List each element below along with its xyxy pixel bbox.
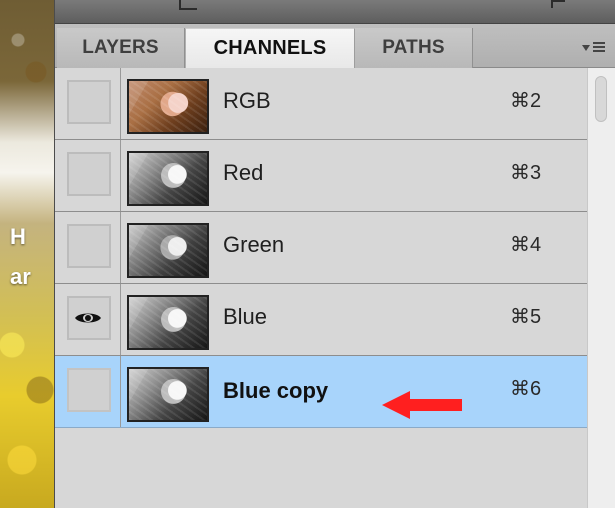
- channel-thumbnail-blue: [127, 295, 209, 350]
- row-divider: [120, 284, 121, 355]
- channel-shortcut-rgb: ⌘2: [510, 90, 542, 112]
- tab-paths[interactable]: PATHS: [355, 28, 473, 68]
- thumbnail-texture: [129, 153, 207, 204]
- channel-row-blue[interactable]: Blue ⌘5: [55, 284, 615, 356]
- visibility-toggle-blue[interactable]: [67, 296, 111, 340]
- channel-name-red: Red: [223, 160, 264, 185]
- channel-thumbnail-green: [127, 223, 209, 278]
- thumbnail-texture: [129, 369, 207, 420]
- panel-empty-area: [55, 440, 615, 508]
- panel-tab-bar: LAYERS CHANNELS PATHS: [55, 24, 615, 68]
- channel-thumbnail-rgb: [127, 79, 209, 134]
- panel-top-right-stub: [551, 0, 565, 8]
- vertical-scrollbar[interactable]: [587, 68, 615, 508]
- channel-name-rgb: RGB: [223, 88, 271, 113]
- red-arrow-icon: [382, 391, 462, 419]
- panel-top-left-stub: [179, 0, 197, 10]
- panel-menu-button[interactable]: [579, 38, 607, 56]
- visibility-toggle-green[interactable]: [67, 224, 111, 268]
- background-text-top: H: [10, 224, 26, 249]
- thumbnail-texture: [129, 81, 207, 132]
- channel-thumbnail-red: [127, 151, 209, 206]
- channel-row-red[interactable]: Red ⌘3: [55, 140, 615, 212]
- visibility-toggle-blue-copy[interactable]: [67, 368, 111, 412]
- tab-channels[interactable]: CHANNELS: [185, 28, 355, 68]
- tab-layers[interactable]: LAYERS: [57, 28, 185, 68]
- row-divider: [120, 68, 121, 139]
- channel-name-blue: Blue: [223, 304, 268, 329]
- channel-thumbnail-blue-copy: [127, 367, 209, 422]
- channel-shortcut-blue-copy: ⌘6: [510, 378, 542, 400]
- thumbnail-texture: [129, 225, 207, 276]
- channel-row-green[interactable]: Green ⌘4: [55, 212, 615, 284]
- tab-paths-label: PATHS: [382, 37, 445, 58]
- row-divider: [120, 212, 121, 283]
- panel-top-bar: [55, 0, 615, 24]
- visibility-toggle-red[interactable]: [67, 152, 111, 196]
- channel-row-blue-copy[interactable]: Blue copy ⌘6: [55, 356, 615, 428]
- channels-panel: LAYERS CHANNELS PATHS RGB ⌘2 Red ⌘3 Gree…: [54, 0, 615, 508]
- panel-menu-icon: [592, 42, 605, 52]
- background-text-bottom: ar: [10, 264, 31, 289]
- channels-list: RGB ⌘2 Red ⌘3 Green ⌘4 Blue ⌘5 Blue copy…: [55, 68, 615, 440]
- menu-arrow-icon: [581, 44, 590, 51]
- row-divider: [120, 356, 121, 427]
- thumbnail-texture: [129, 297, 207, 348]
- channel-name-blue-copy: Blue copy: [223, 378, 329, 403]
- channel-row-rgb[interactable]: RGB ⌘2: [55, 68, 615, 140]
- row-divider: [120, 140, 121, 211]
- channel-shortcut-blue: ⌘5: [510, 306, 542, 328]
- background-photo: [0, 0, 58, 508]
- visibility-toggle-rgb[interactable]: [67, 80, 111, 124]
- channel-name-green: Green: [223, 232, 285, 257]
- channel-shortcut-red: ⌘3: [510, 162, 542, 184]
- tab-layers-label: LAYERS: [82, 37, 159, 58]
- channel-shortcut-green: ⌘4: [510, 234, 542, 256]
- tab-channels-label: CHANNELS: [213, 37, 327, 59]
- scrollbar-thumb[interactable]: [595, 76, 607, 122]
- eye-icon: [75, 313, 101, 323]
- screen: H ar LAYERS CHANNELS PATHS RGB ⌘2 Red ⌘3…: [0, 0, 615, 508]
